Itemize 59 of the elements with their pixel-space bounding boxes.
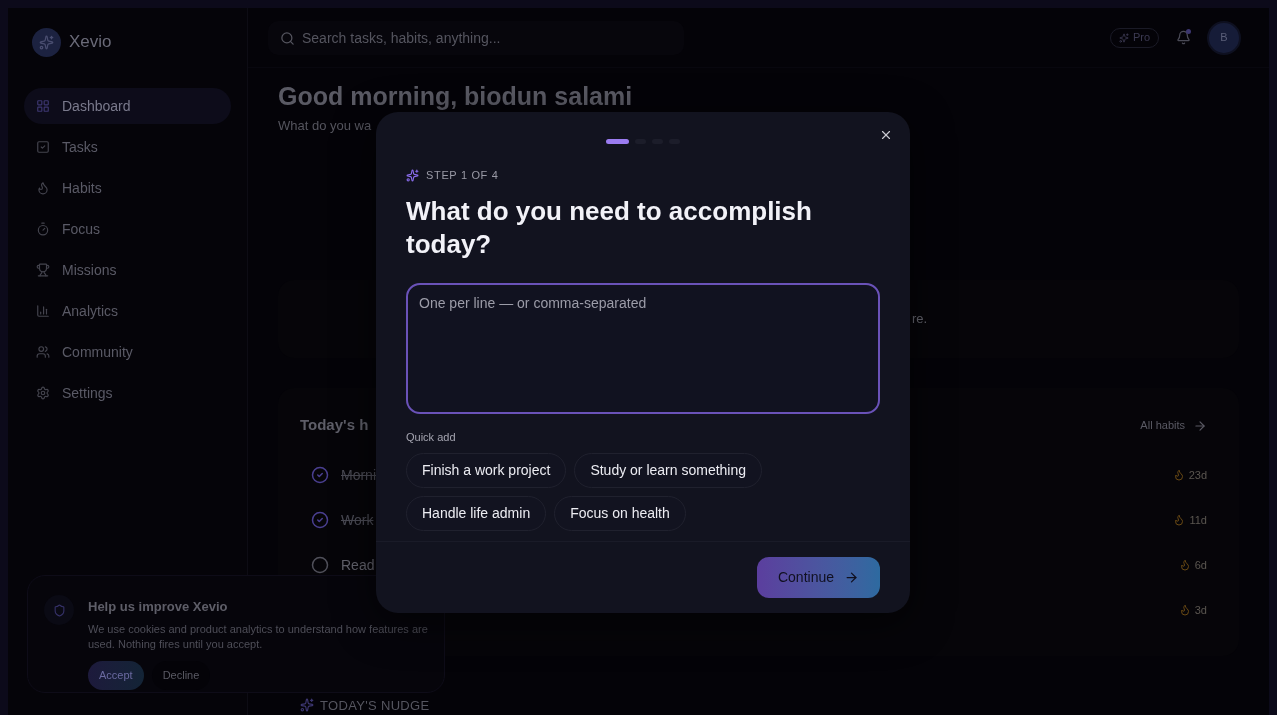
streak-label: 23d bbox=[1188, 467, 1207, 483]
greeting-subtitle: What do you wa bbox=[278, 117, 372, 135]
nav-item[interactable]: Community bbox=[24, 334, 231, 370]
check-circle-icon[interactable] bbox=[311, 511, 329, 529]
nav-item[interactable]: Analytics bbox=[24, 293, 231, 329]
settings-icon bbox=[36, 386, 50, 400]
nav-item[interactable]: Habits bbox=[24, 170, 231, 206]
bar-chart-icon bbox=[36, 304, 50, 318]
habit-name: Morni bbox=[341, 465, 376, 485]
sparkle-icon bbox=[300, 698, 314, 713]
close-icon bbox=[879, 128, 893, 142]
streak-label: 6d bbox=[1194, 557, 1207, 573]
flame-icon bbox=[36, 181, 50, 195]
decline-button[interactable]: Decline bbox=[151, 660, 211, 690]
shield-icon bbox=[44, 595, 74, 625]
brand-name: Xevio bbox=[69, 31, 112, 54]
grid-icon bbox=[36, 99, 50, 113]
users-icon bbox=[36, 345, 50, 359]
step-label: STEP 1 OF 4 bbox=[426, 168, 499, 183]
sparkle-icon bbox=[406, 168, 419, 182]
habit-name: Read bbox=[341, 555, 375, 575]
tasks-input[interactable]: One per line — or comma-separated bbox=[406, 282, 880, 414]
quick-add-chip[interactable]: Handle life admin bbox=[406, 496, 547, 531]
all-habits-link[interactable]: All habits bbox=[1140, 417, 1217, 434]
nav-item[interactable]: Missions bbox=[24, 252, 231, 288]
flame-icon bbox=[1178, 559, 1191, 571]
quick-add-chip[interactable]: Finish a work project bbox=[406, 453, 567, 488]
cookie-title: Help us improve Xevio bbox=[88, 598, 229, 616]
cookie-text: We use cookies and product analytics to understand how features are used. Nothing fires until you accept. bbox=[88, 621, 428, 652]
continue-button[interactable]: Continue bbox=[757, 557, 880, 598]
timer-icon bbox=[36, 222, 50, 236]
checkbox-icon bbox=[36, 140, 50, 154]
streak-label: 3d bbox=[1194, 602, 1207, 618]
quick-add-chip[interactable]: Focus on health bbox=[554, 496, 686, 531]
info-text: re. bbox=[912, 309, 928, 328]
dialog-title: What do you need to accomplish today? bbox=[406, 194, 813, 261]
nav-item[interactable]: Settings bbox=[24, 375, 231, 411]
accept-button[interactable]: Accept bbox=[88, 660, 144, 690]
streak-label: 11d bbox=[1189, 512, 1207, 528]
empty-circle-icon[interactable] bbox=[311, 556, 329, 574]
nudge-label: TODAY'S NUDGE bbox=[320, 696, 430, 715]
logo-icon bbox=[32, 27, 61, 57]
trophy-icon bbox=[36, 263, 50, 277]
habit-name: Work bbox=[341, 510, 374, 530]
check-circle-icon[interactable] bbox=[311, 466, 329, 484]
flame-icon bbox=[1172, 469, 1185, 481]
nav-item[interactable]: Dashboard bbox=[24, 88, 231, 124]
nav-item[interactable]: Tasks bbox=[24, 129, 231, 165]
search-field[interactable]: Search tasks, habits, anything... bbox=[268, 20, 684, 55]
quick-add-label: Quick add bbox=[406, 429, 457, 445]
flame-icon bbox=[1173, 514, 1186, 526]
arrow-right-icon bbox=[844, 570, 859, 585]
nav-item[interactable]: Focus bbox=[24, 211, 231, 247]
quick-add-chip[interactable]: Study or learn something bbox=[574, 453, 763, 488]
greeting-title: Good morning, biodun salami bbox=[278, 82, 633, 110]
avatar[interactable]: B bbox=[1207, 20, 1241, 55]
habits-title: Today's h bbox=[300, 415, 369, 436]
flame-icon bbox=[1178, 604, 1191, 616]
search-icon bbox=[280, 30, 295, 46]
